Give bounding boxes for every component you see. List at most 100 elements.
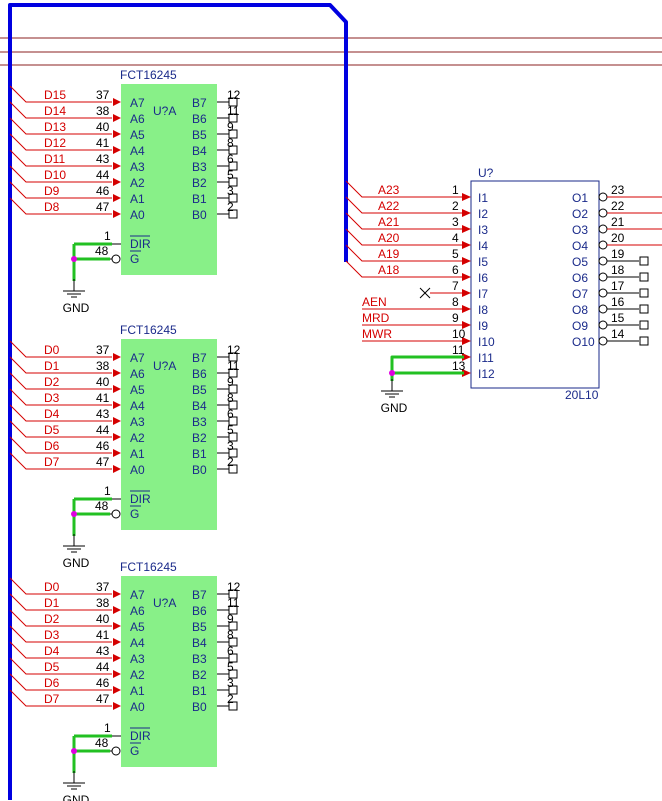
buffer-1-net-1: D1 <box>44 359 60 373</box>
buffer-1-bpin-1: 11 <box>227 359 240 373</box>
buffer-0-bname-3: B4 <box>192 144 207 158</box>
buffer-0-bname-5: B2 <box>192 176 207 190</box>
buffer-1-aname-6: A1 <box>130 447 145 461</box>
buffer-2-arrow-2 <box>113 622 121 630</box>
buffer-1-apin-4: 43 <box>96 407 110 421</box>
pal-input-8-net: MRD <box>362 311 390 325</box>
buffer-0-bname-7: B0 <box>192 208 207 222</box>
pal-input-10-pin: 11 <box>452 343 465 357</box>
buffer-1-g-name: G <box>130 507 139 521</box>
buffer-0-bpin-6: 3 <box>227 184 234 198</box>
buffer-0-apin-3: 41 <box>96 136 110 150</box>
pal-output-3-pin: 20 <box>611 231 625 245</box>
pal-output-0-pin: 23 <box>611 183 625 197</box>
buffer-1-arrow-5 <box>113 433 121 441</box>
buffer-0-bpin-4: 6 <box>227 152 234 166</box>
buffer-1-bpin-2: 9 <box>227 375 234 389</box>
buffer-1-bpin-3: 8 <box>227 391 234 405</box>
buffer-0-net-2: D13 <box>44 120 66 134</box>
buffer-2-aname-2: A5 <box>130 620 145 634</box>
buffer-1-ref: U?A <box>153 359 176 373</box>
buffer-0-arrow-7 <box>113 210 121 218</box>
pal-output-7-pin: 16 <box>611 295 625 309</box>
buffer-0-apin-7: 47 <box>96 200 110 214</box>
buffer-1-bpin-6: 3 <box>227 439 234 453</box>
buffer-2-junction <box>71 748 77 754</box>
pal-input-1-pin: 2 <box>452 199 459 213</box>
buffer-0-arrow-3 <box>113 146 121 154</box>
buffer-0-arrow-0 <box>113 98 121 106</box>
pal-output-7-bubble <box>598 304 608 314</box>
pal-input-0-wire <box>345 180 462 198</box>
pal-output-1-name: O2 <box>572 207 588 221</box>
buffer-1-apin-1: 38 <box>96 359 110 373</box>
pal-output-9-box <box>639 336 649 346</box>
pal-input-9-net: MWR <box>362 327 392 341</box>
pal-input-7-arrow <box>462 305 471 313</box>
buffer-1-arrow-7 <box>113 465 121 473</box>
buffer-0-g-bubble <box>111 254 121 264</box>
pal-part: 20L10 <box>565 388 599 402</box>
buffer-0-bpin-2: 9 <box>227 120 234 134</box>
buffer-1-bname-7: B0 <box>192 463 207 477</box>
buffer-1-net-3: D3 <box>44 391 60 405</box>
pal-input-3-net: A20 <box>378 231 400 245</box>
pal-output-2-bubble <box>598 224 608 234</box>
pal-input-11-pin: 13 <box>452 359 466 373</box>
pal-input-0-net: A23 <box>378 183 400 197</box>
buffer-0-bname-6: B1 <box>192 192 207 206</box>
buffer-1-aname-7: A0 <box>130 463 145 477</box>
pal-output-5-pin: 18 <box>611 263 625 277</box>
buffer-2-aname-1: A6 <box>130 604 145 618</box>
pal-output-4-box <box>639 256 649 266</box>
buffer-2-aname-0: A7 <box>130 588 145 602</box>
buffer-0-bname-2: B5 <box>192 128 207 142</box>
buffer-1-bpin-5: 5 <box>227 423 234 437</box>
buffer-2-ref: U?A <box>153 596 176 610</box>
buffer-0-net-7: D8 <box>44 200 60 214</box>
buffer-0-net-4: D11 <box>44 152 65 166</box>
buffer-1-bname-3: B4 <box>192 399 207 413</box>
buffer-1-bname-0: B7 <box>192 351 207 365</box>
buffer-1-apin-7: 47 <box>96 455 110 469</box>
buffer-0-arrow-4 <box>113 162 121 170</box>
pal-input-4-wire <box>345 244 462 262</box>
buffer-0-apin-5: 44 <box>96 168 110 182</box>
buffer-1-aname-2: A5 <box>130 383 145 397</box>
buffer-1-net-4: D4 <box>44 407 60 421</box>
pal-output-6-bubble <box>598 288 608 298</box>
buffer-0-apin-6: 46 <box>96 184 110 198</box>
buffer-1-g-bubble <box>111 509 121 519</box>
buffer-1-dir-pin: 1 <box>104 484 111 498</box>
buffer-1-bname-4: B3 <box>192 415 207 429</box>
buffer-0-bpin-1: 11 <box>227 104 240 118</box>
pal-output-8-name: O9 <box>572 319 588 333</box>
buffer-2-bname-5: B2 <box>192 668 207 682</box>
buffer-2-bname-6: B1 <box>192 684 207 698</box>
pal-input-10-name: I11 <box>478 351 494 365</box>
pal-input-2-arrow <box>462 225 471 233</box>
pal-input-3-wire <box>345 228 462 246</box>
pal-output-3-name: O4 <box>572 239 588 253</box>
buffer-1-junction <box>71 511 77 517</box>
buffer-0-apin-2: 40 <box>96 120 110 134</box>
buffer-2-net-1: D1 <box>44 596 60 610</box>
pal-input-1-net: A22 <box>378 199 400 213</box>
pal-input-8-pin: 9 <box>452 311 459 325</box>
buffer-2-net-5: D5 <box>44 660 60 674</box>
pal-output-6-box <box>639 288 649 298</box>
buffer-0-net-3: D12 <box>44 136 66 150</box>
buffer-2-g-pin: 48 <box>95 736 109 750</box>
buffer-2-apin-4: 43 <box>96 644 110 658</box>
buffer-2-bpin-2: 9 <box>227 612 234 626</box>
pal-input-0-arrow <box>462 193 471 201</box>
buffer-2-dir-name: DIR <box>130 729 151 743</box>
pal-input-7-pin: 8 <box>452 295 459 309</box>
buffer-0-g-pin: 48 <box>95 244 109 258</box>
buffer-0-aname-7: A0 <box>130 208 145 222</box>
pal-input-4-pin: 5 <box>452 247 459 261</box>
buffer-0-aname-0: A7 <box>130 96 145 110</box>
buffer-2-aname-7: A0 <box>130 700 145 714</box>
buffer-1-dir-name: DIR <box>130 492 151 506</box>
buffer-2-bpin-1: 11 <box>227 596 240 610</box>
